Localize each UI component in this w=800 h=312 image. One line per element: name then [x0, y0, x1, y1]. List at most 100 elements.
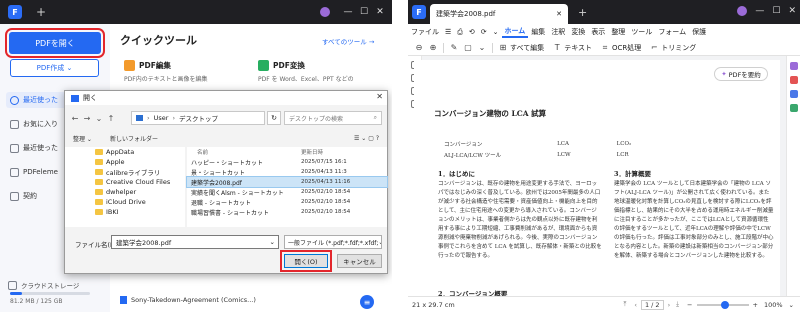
text-tool-icon[interactable]: T	[550, 43, 564, 52]
menu-item[interactable]: 編集	[528, 27, 548, 37]
breadcrumb-item[interactable]: User	[154, 114, 169, 122]
breadcrumb-item[interactable]: デスクトップ	[179, 113, 218, 123]
maximize-icon[interactable]: ☐	[356, 7, 372, 17]
column-header-date[interactable]: 更新日時	[301, 148, 323, 156]
translate-icon[interactable]	[789, 90, 798, 98]
dialog-close-icon[interactable]: ✕	[376, 92, 383, 101]
ai-icon[interactable]	[789, 62, 798, 70]
pdf-icon[interactable]	[789, 76, 798, 84]
folder-tree-item[interactable]: calibreライブラリ	[65, 167, 185, 177]
forward-icon[interactable]: →	[81, 114, 93, 123]
zoom-in-icon[interactable]: +	[753, 301, 758, 309]
menu-item[interactable]: 保護	[689, 27, 709, 37]
edit-all-icon[interactable]: ⊞	[496, 43, 510, 52]
menu-item[interactable]: ☰	[442, 28, 454, 36]
organize-button[interactable]: 整理 ⌄	[73, 134, 92, 143]
menu-item[interactable]: ファイル	[408, 27, 442, 37]
new-tab-button[interactable]: +	[36, 5, 46, 19]
close-icon[interactable]: ✕	[788, 6, 796, 16]
open-button[interactable]: 開く(O)	[280, 250, 332, 272]
file-row[interactable]: 職場習慣書 - ショートカット 2025/02/10 18:54	[187, 207, 387, 217]
rectangle-icon[interactable]: ▢	[461, 43, 475, 52]
folder-tree-item[interactable]: dwhelper	[65, 187, 185, 197]
minimize-icon[interactable]: —	[755, 6, 764, 16]
maximize-icon[interactable]: ☐	[772, 6, 780, 16]
close-icon[interactable]: ✕	[372, 7, 388, 17]
folder-tree-item[interactable]: IBKI	[65, 207, 185, 217]
file-row[interactable]: 実績を聞くAlsm - ショートカット 2025/02/10 18:54	[187, 187, 387, 197]
crop-button[interactable]: トリミング	[661, 43, 696, 53]
file-row[interactable]: 建築学会2008.pdf 2025/04/13 11:16	[186, 176, 388, 188]
avatar[interactable]	[320, 7, 330, 17]
up-folder-icon[interactable]: ↑	[105, 114, 117, 123]
zoom-slider[interactable]	[696, 300, 749, 309]
menu-item[interactable]: 変換	[568, 27, 588, 37]
refresh-icon[interactable]: ↻	[267, 111, 281, 125]
folder-tree-item[interactable]: Apple	[65, 157, 185, 167]
recent-file-row[interactable]: Sony-Takedown-Agreement (Comics...)	[120, 296, 256, 304]
avatar[interactable]	[737, 6, 748, 16]
convert-icon[interactable]	[789, 104, 798, 112]
text-tool-button[interactable]: テキスト	[564, 43, 592, 53]
zoom-in-icon[interactable]: ⊕	[426, 43, 440, 52]
file-row[interactable]: ハッピー・ショートカット 2025/07/15 16:1	[187, 157, 387, 167]
prev-page-icon[interactable]: ‹	[634, 301, 637, 309]
ocr-button[interactable]: OCR処理	[612, 43, 641, 53]
open-pdf-button[interactable]: PDFを開く	[5, 28, 105, 58]
tool-card-edit[interactable]: PDF編集 PDF内のテキストと画像を編集	[124, 60, 252, 94]
menu-item[interactable]: ツール	[628, 27, 655, 37]
ocr-icon[interactable]: ⌗	[598, 43, 612, 53]
all-tools-link[interactable]: すべてのツール →	[322, 36, 374, 46]
menu-item[interactable]: 整理	[608, 27, 628, 37]
menu-item[interactable]: ⌄	[490, 28, 502, 36]
folder-tree-item[interactable]: iCloud Drive	[65, 197, 185, 207]
tool-card-convert[interactable]: PDF変換 PDF を Word、Excel、PPT などの	[258, 60, 386, 94]
column-header-name[interactable]: 名前	[187, 148, 301, 156]
menu-item[interactable]: ⟳	[478, 28, 490, 36]
menu-fab-button[interactable]: ≡	[360, 295, 374, 309]
pdfelement-viewer-window: F 建築学会2008.pdf ✕ + — ☐ ✕ ファイル ☰ ⎙ ⟲ ⟳ ⌄ ホーム 編集注…	[408, 0, 800, 312]
highlight-icon[interactable]: ✎	[447, 43, 461, 52]
menu-item[interactable]: 注釈	[548, 27, 568, 37]
back-icon[interactable]: ←	[69, 114, 81, 123]
next-page-icon[interactable]: ›	[668, 301, 671, 309]
page-number-field[interactable]: 1 / 2	[640, 299, 664, 310]
document-tab[interactable]: 建築学会2008.pdf ✕	[430, 4, 568, 24]
create-pdf-button[interactable]: PDF作成 ⌄	[10, 59, 99, 77]
file-date: 2025/02/10 18:54	[301, 199, 351, 205]
search-input[interactable]: デスクトップの検索 ⌕	[284, 111, 382, 125]
edit-all-button[interactable]: すべて編集	[510, 43, 544, 53]
filename-field[interactable]: 建築学会2008.pdf ⌄	[111, 235, 279, 249]
minimize-icon[interactable]: —	[340, 7, 356, 17]
chevron-down-icon[interactable]: ⌄	[789, 301, 794, 309]
menu-item[interactable]: ⟲	[466, 28, 478, 36]
folder-tree-item[interactable]: AppData	[65, 147, 185, 157]
zoom-slider-handle[interactable]	[721, 300, 730, 309]
folder-icon	[95, 179, 103, 185]
address-bar[interactable]: › User › デスクトップ	[131, 111, 265, 125]
zoom-out-icon[interactable]: ⊖	[412, 43, 426, 52]
crop-icon[interactable]: ⌐	[647, 43, 661, 52]
cancel-button[interactable]: キャンセル	[337, 254, 382, 268]
summarize-pdf-button[interactable]: ✦ PDFを要約	[714, 67, 768, 81]
menu-item[interactable]: フォーム	[655, 27, 689, 37]
chevron-down-icon[interactable]: ⌄	[270, 238, 275, 246]
cloud-storage-label[interactable]: クラウドストレージ	[8, 280, 79, 290]
menu-item[interactable]: 表示	[588, 27, 608, 37]
menu-item[interactable]: ⎙	[454, 28, 466, 37]
zoom-out-icon[interactable]: −	[687, 301, 692, 309]
tab-close-icon[interactable]: ✕	[556, 10, 562, 18]
filetype-select[interactable]: 一般ファイル (*.pdf;*.fdf;*.xfdf; ⌄	[284, 235, 382, 249]
zoom-level[interactable]: 100%	[764, 301, 783, 309]
file-row[interactable]: 景・ショートカット 2025/04/13 11:3	[187, 167, 387, 177]
new-folder-button[interactable]: 新しいフォルダー	[110, 134, 158, 143]
file-row[interactable]: 退職 - ショートカット 2025/02/10 18:54	[187, 197, 387, 207]
menu-item[interactable]: ホーム	[501, 26, 529, 38]
chevron-down-icon[interactable]: ⌄	[475, 43, 489, 52]
folder-tree-item[interactable]: Creative Cloud Files	[65, 177, 185, 187]
view-options-icon[interactable]: ☰ ⌄ ▢ ?	[354, 135, 379, 142]
last-page-icon[interactable]: ⤓	[676, 300, 679, 309]
new-tab-button[interactable]: +	[578, 6, 587, 19]
chevron-down-icon[interactable]: ⌄	[93, 114, 105, 123]
first-page-icon[interactable]: ⤒	[623, 300, 626, 309]
